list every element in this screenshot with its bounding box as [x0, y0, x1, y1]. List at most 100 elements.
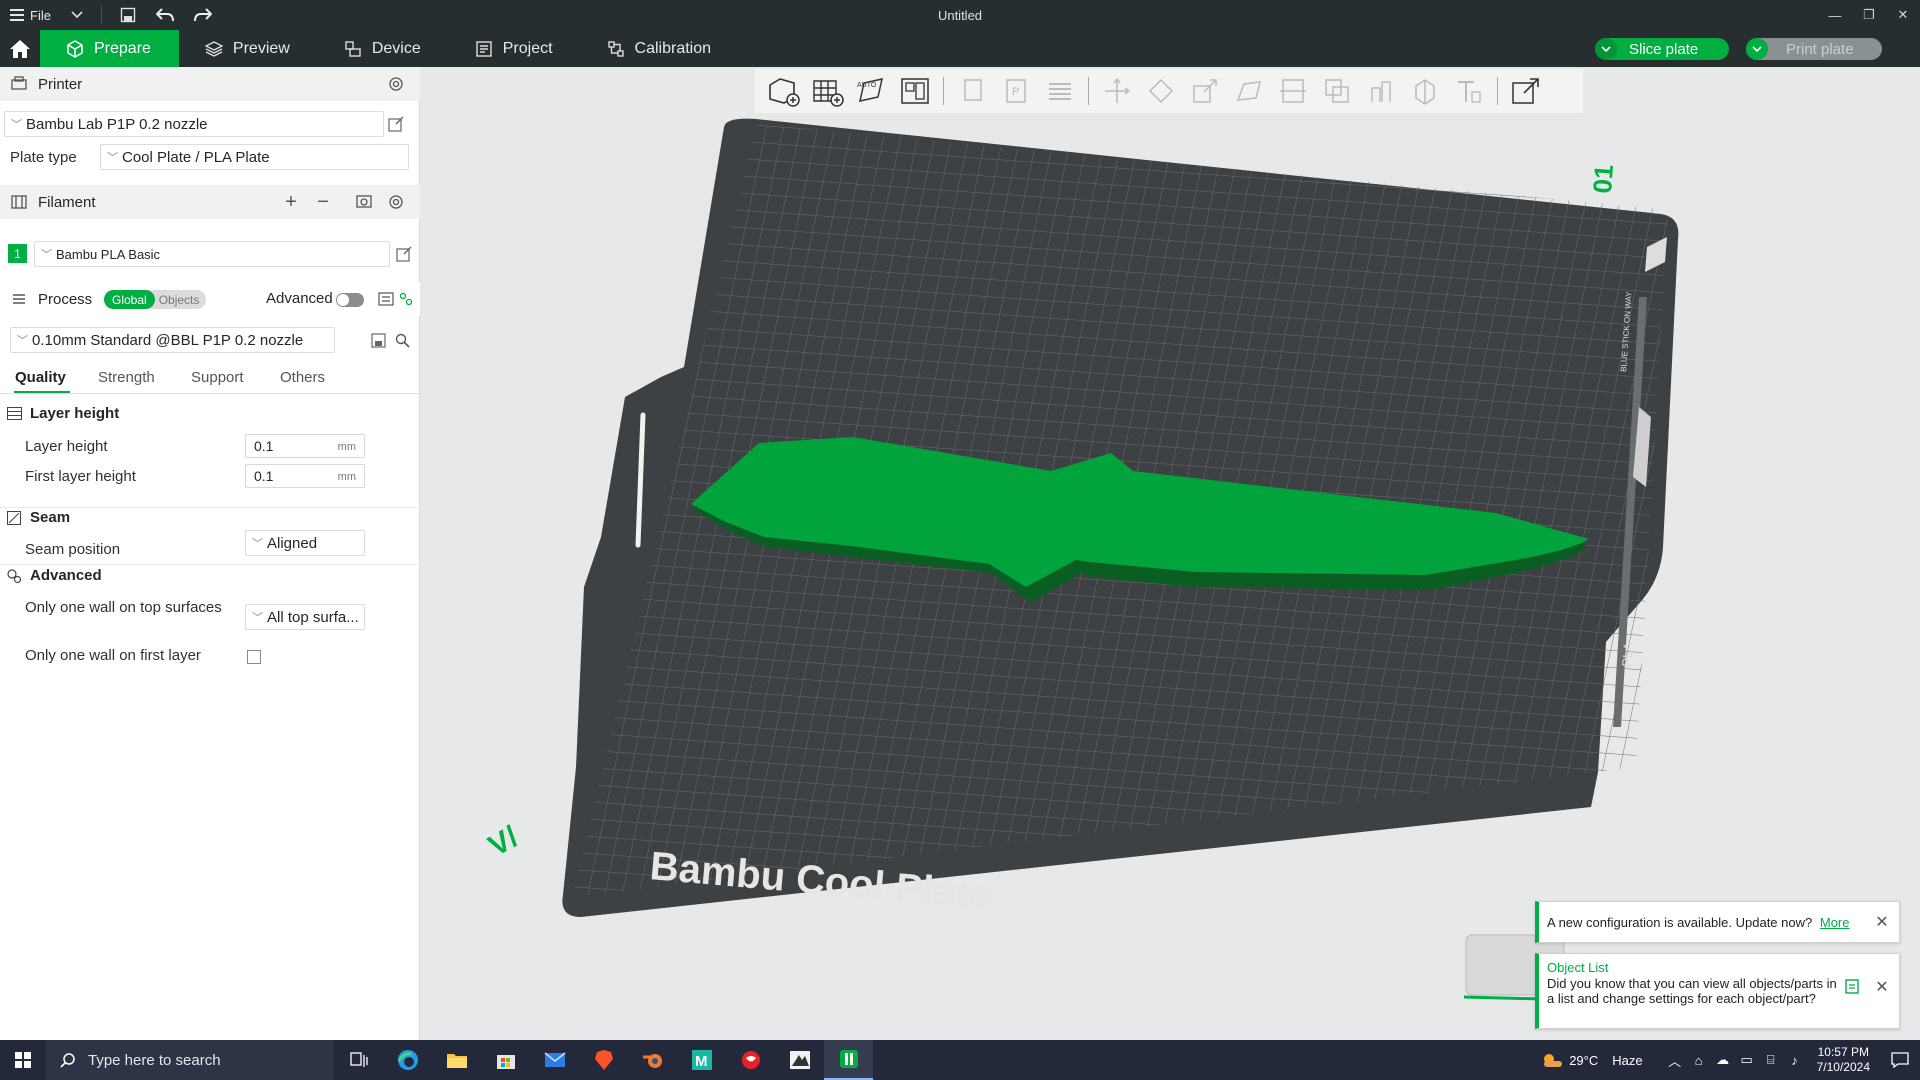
volume-icon[interactable]: ♪ [1783, 1053, 1807, 1068]
tab-strength[interactable]: Strength [98, 369, 155, 386]
layer-height-input[interactable]: 0.1 mm [245, 434, 365, 458]
battery-icon[interactable]: ▭ [1735, 1052, 1759, 1068]
print-plate-button[interactable]: Print plate [1746, 38, 1882, 60]
edge-icon[interactable] [383, 1040, 432, 1080]
home-icon[interactable] [0, 30, 40, 67]
sketch-app-icon[interactable] [775, 1040, 824, 1080]
file-menu-label: File [30, 7, 51, 23]
filament-slot-badge[interactable]: 1 [8, 244, 27, 263]
boolean-icon[interactable] [1315, 69, 1359, 113]
lay-on-face-icon[interactable] [1227, 69, 1271, 113]
advanced-toggle[interactable] [336, 293, 364, 307]
printer-select[interactable]: ﹀ Bambu Lab P1P 0.2 nozzle [4, 111, 384, 137]
sync-filament-icon[interactable] [354, 192, 374, 212]
add-filament-button[interactable]: + [281, 191, 301, 213]
task-view-icon[interactable] [334, 1040, 383, 1080]
global-objects-toggle[interactable]: Global Objects [104, 290, 206, 309]
tab-label: Prepare [94, 39, 151, 57]
support-paint-icon[interactable] [1359, 69, 1403, 113]
tab-preview[interactable]: Preview [179, 30, 318, 67]
brave-browser-icon[interactable] [579, 1040, 628, 1080]
text-tool-icon[interactable] [1447, 69, 1491, 113]
tab-project[interactable]: Project [449, 30, 581, 67]
divider [0, 564, 420, 565]
clock[interactable]: 10:57 PM 7/10/2024 [1817, 1045, 1870, 1075]
window-title: Untitled [937, 7, 983, 23]
tab-calibration[interactable]: Calibration [581, 30, 739, 67]
objects-option[interactable]: Objects [155, 293, 204, 307]
move-icon[interactable] [1095, 69, 1139, 113]
3d-viewport[interactable]: BLUE STICK ON WAY PLA 01 V/ Bambu Cool P… [421, 67, 1920, 1040]
filament-select[interactable]: ﹀ Bambu PLA Basic [34, 241, 390, 267]
one-wall-top-select[interactable]: ﹀ All top surfa... [245, 604, 365, 630]
restore-icon[interactable]: ❐ [1852, 0, 1886, 30]
edit-icon[interactable] [386, 114, 406, 134]
weather-widget[interactable]: 29°C Haze [1541, 1051, 1643, 1069]
tab-device[interactable]: Device [318, 30, 449, 67]
cloud-icon[interactable]: ☁ [1711, 1052, 1735, 1068]
save-preset-icon[interactable] [368, 330, 388, 350]
seam-group: Seam [6, 509, 70, 526]
red-app-icon[interactable] [726, 1040, 775, 1080]
build-plate-scene[interactable]: BLUE STICK ON WAY PLA 01 V/ Bambu Cool P… [421, 67, 1920, 1040]
minimize-icon[interactable]: — [1818, 0, 1852, 30]
slice-plate-button[interactable]: Slice plate [1595, 38, 1729, 60]
list-icon[interactable] [376, 289, 396, 309]
more-link[interactable]: More [1820, 915, 1850, 930]
camera-icon[interactable]: ⌂ [1687, 1053, 1711, 1068]
windows-start-icon[interactable] [0, 1040, 46, 1080]
tab-support[interactable]: Support [191, 369, 244, 386]
gear-icon[interactable] [386, 74, 406, 94]
tab-prepare[interactable]: Prepare [40, 30, 179, 67]
close-icon[interactable]: ✕ [1886, 0, 1920, 30]
chevron-up-icon[interactable]: ︿ [1663, 1051, 1687, 1070]
compare-icon[interactable] [396, 289, 416, 309]
blender-icon[interactable] [628, 1040, 677, 1080]
chevron-down-icon[interactable] [1595, 38, 1617, 60]
seam-paint-icon[interactable] [1403, 69, 1447, 113]
plate-type-select[interactable]: ﹀ Cool Plate / PLA Plate [100, 144, 409, 170]
file-explorer-icon[interactable] [432, 1040, 481, 1080]
chevron-down-icon[interactable] [1746, 38, 1768, 60]
one-wall-first-checkbox[interactable] [247, 650, 261, 664]
maker-app-icon[interactable]: M [677, 1040, 726, 1080]
mail-icon[interactable] [530, 1040, 579, 1080]
undo-icon[interactable] [146, 0, 184, 30]
tab-quality[interactable]: Quality [15, 369, 66, 386]
layers-list-icon[interactable] [1038, 69, 1082, 113]
add-object-icon[interactable] [761, 69, 805, 113]
clipboard-icon[interactable] [1845, 978, 1859, 997]
microsoft-store-icon[interactable] [481, 1040, 530, 1080]
chevron-down-icon: ﹀ [11, 119, 22, 131]
chevron-down-icon[interactable] [61, 0, 93, 30]
paste-icon[interactable]: P [994, 69, 1038, 113]
add-plate-icon[interactable] [805, 69, 849, 113]
plate-type-value: Cool Plate / PLA Plate [122, 148, 270, 166]
close-icon[interactable]: ✕ [1871, 911, 1893, 933]
global-option[interactable]: Global [104, 290, 155, 309]
taskbar-search[interactable]: Type here to search [46, 1040, 334, 1080]
copy-icon[interactable] [950, 69, 994, 113]
arrange-icon[interactable] [893, 69, 937, 113]
edit-icon[interactable] [394, 244, 414, 264]
notification-center-icon[interactable] [1880, 1040, 1920, 1080]
rotate-icon[interactable] [1139, 69, 1183, 113]
bambu-studio-icon[interactable] [824, 1040, 873, 1080]
save-icon[interactable] [110, 0, 146, 30]
auto-orient-icon[interactable]: AUTO [849, 69, 893, 113]
assembly-view-icon[interactable] [1504, 69, 1548, 113]
first-layer-height-input[interactable]: 0.1 mm [245, 464, 365, 488]
scale-icon[interactable] [1183, 69, 1227, 113]
close-icon[interactable]: ✕ [1871, 976, 1893, 998]
seam-position-select[interactable]: ﹀ Aligned [245, 530, 365, 556]
tab-others[interactable]: Others [280, 369, 325, 386]
process-preset-select[interactable]: ﹀ 0.10mm Standard @BBL P1P 0.2 nozzle [10, 327, 335, 353]
filament-section-title: Filament [38, 193, 96, 211]
file-menu[interactable]: File [0, 0, 61, 30]
redo-icon[interactable] [184, 0, 222, 30]
search-icon[interactable] [392, 330, 412, 350]
cut-icon[interactable] [1271, 69, 1315, 113]
remove-filament-button[interactable]: − [313, 191, 333, 213]
network-icon[interactable]: ⌸ [1759, 1052, 1783, 1068]
gear-icon[interactable] [386, 192, 406, 212]
